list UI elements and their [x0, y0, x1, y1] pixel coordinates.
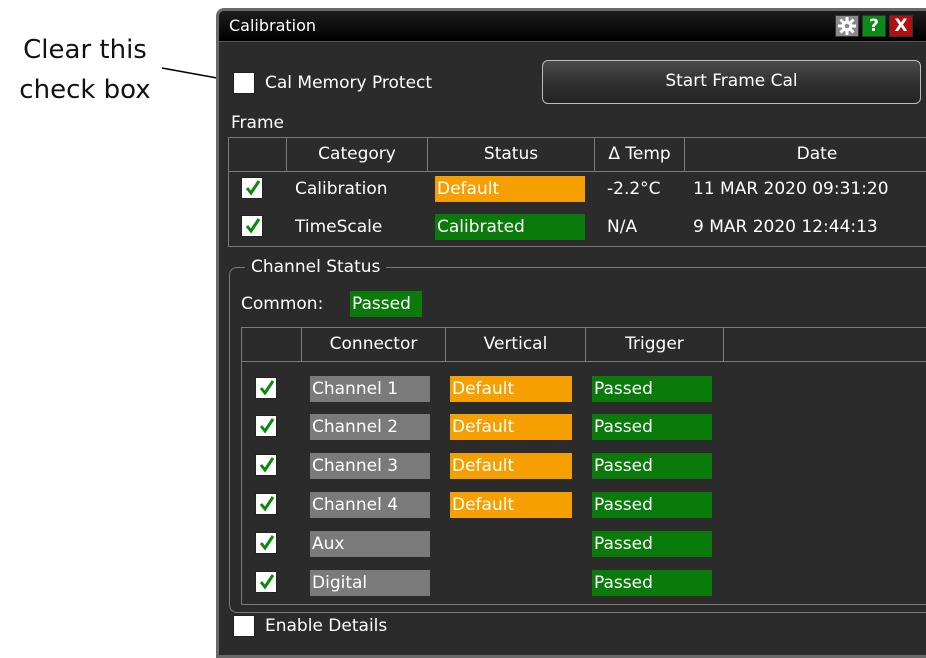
common-status-badge: Passed — [350, 291, 422, 317]
settings-gear-icon[interactable] — [835, 15, 859, 37]
frame-col-temp[interactable]: Δ Temp — [595, 138, 685, 171]
frame-row-checkbox[interactable] — [241, 177, 263, 199]
callout-line2: check box — [19, 75, 151, 105]
frame-col-category[interactable]: Category — [287, 138, 428, 171]
channel-vertical-badge: Default — [450, 453, 572, 479]
frame-row-category: TimeScale — [295, 217, 383, 237]
frame-row-status-badge: Calibrated — [435, 214, 585, 240]
channel-row-checkbox[interactable] — [255, 532, 277, 554]
channel-vertical-badge: Default — [450, 492, 572, 518]
frame-col-date[interactable]: Date — [685, 138, 926, 171]
channel-connector: Channel 3 — [310, 453, 430, 479]
channel-table: Connector Vertical Trigger Channel 1 Def… — [241, 327, 926, 605]
channel-row-checkbox[interactable] — [255, 377, 277, 399]
callout-annotation: Clear this check box — [10, 30, 160, 110]
cal-memory-protect-checkbox[interactable] — [233, 72, 255, 94]
channel-trigger-badge: Passed — [592, 414, 712, 440]
start-frame-cal-button[interactable]: Start Frame Cal — [542, 60, 921, 104]
help-button[interactable]: ? — [862, 15, 886, 37]
close-button[interactable]: X — [889, 15, 913, 37]
cal-memory-protect-label: Cal Memory Protect — [265, 73, 433, 93]
frame-row-temp: -2.2°C — [607, 179, 661, 199]
channel-col-vertical[interactable]: Vertical — [446, 328, 586, 361]
channel-trigger-badge: Passed — [592, 492, 712, 518]
channel-col-empty — [724, 328, 926, 361]
channel-connector: Channel 2 — [310, 414, 430, 440]
channel-connector: Digital — [310, 570, 430, 596]
channel-col-check — [242, 328, 302, 361]
frame-row-date: 9 MAR 2020 12:44:13 — [693, 217, 878, 237]
frame-col-status[interactable]: Status — [428, 138, 595, 171]
channel-connector: Channel 4 — [310, 492, 430, 518]
channel-trigger-badge: Passed — [592, 376, 712, 402]
frame-section-label: Frame — [231, 113, 284, 133]
channel-trigger-badge: Passed — [592, 570, 712, 596]
channel-row-checkbox[interactable] — [255, 571, 277, 593]
enable-details-label: Enable Details — [265, 616, 388, 636]
channel-table-header: Connector Vertical Trigger — [242, 328, 926, 362]
frame-row-temp: N/A — [607, 217, 638, 237]
frame-table: Category Status Δ Temp Date Calibration … — [228, 137, 926, 247]
frame-row-category: Calibration — [295, 179, 388, 199]
channel-vertical-badge: Default — [450, 376, 572, 402]
enable-details-checkbox[interactable] — [233, 615, 255, 637]
frame-row-status-badge: Default — [435, 176, 585, 202]
channel-vertical-badge: Default — [450, 414, 572, 440]
channel-row-checkbox[interactable] — [255, 415, 277, 437]
channel-connector: Channel 1 — [310, 376, 430, 402]
channel-row-checkbox[interactable] — [255, 454, 277, 476]
frame-table-header: Category Status Δ Temp Date — [229, 138, 926, 172]
calibration-window: Calibration ? X Cal Memory Protect Start… — [216, 8, 926, 658]
channel-row-checkbox[interactable] — [255, 493, 277, 515]
callout-line1: Clear this — [23, 35, 147, 65]
frame-row-date: 11 MAR 2020 09:31:20 — [693, 179, 889, 199]
title-bar: Calibration ? X — [219, 11, 926, 42]
channel-status-title: Channel Status — [245, 257, 387, 277]
channel-trigger-badge: Passed — [592, 531, 712, 557]
frame-row-checkbox[interactable] — [241, 215, 263, 237]
channel-connector: Aux — [310, 531, 430, 557]
frame-col-check — [229, 138, 287, 171]
channel-col-connector[interactable]: Connector — [302, 328, 446, 361]
channel-trigger-badge: Passed — [592, 453, 712, 479]
window-title: Calibration — [229, 16, 317, 35]
common-label: Common: — [241, 294, 324, 314]
channel-col-trigger[interactable]: Trigger — [586, 328, 724, 361]
